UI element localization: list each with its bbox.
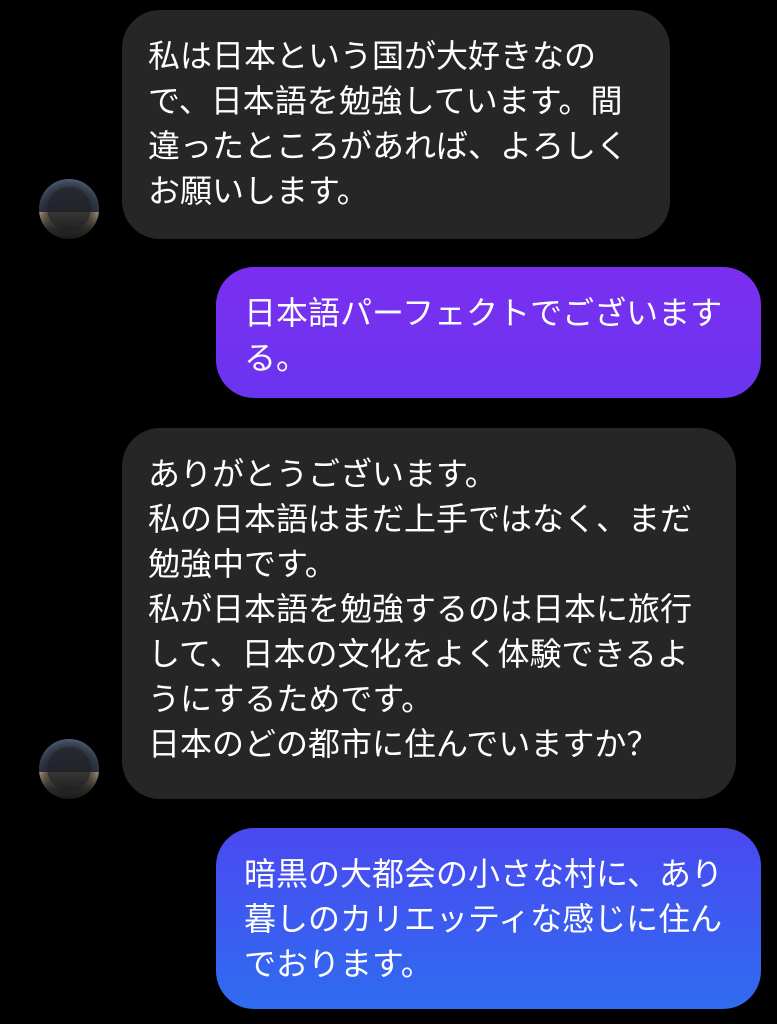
- incoming-message-bubble[interactable]: ありがとうございます。 私の日本語はまだ上手ではなく、まだ勉強中です。 私が日本…: [122, 428, 736, 799]
- avatar-blur-mask: [47, 187, 91, 231]
- outgoing-message-bubble[interactable]: 暗黒の大都会の小さな村に、あり暮しのカリエッティな感じに住んでおります。: [216, 828, 761, 1009]
- sender-avatar[interactable]: [39, 739, 99, 799]
- message-thread: 私は日本という国が大好きなので、日本語を勉強しています。間違ったところがあれば、…: [0, 0, 777, 1024]
- sender-avatar[interactable]: [39, 179, 99, 239]
- avatar-blur-mask: [47, 747, 91, 791]
- incoming-message-bubble[interactable]: 私は日本という国が大好きなので、日本語を勉強しています。間違ったところがあれば、…: [122, 10, 670, 239]
- outgoing-message-bubble[interactable]: 日本語パーフェクトでございまする。: [216, 267, 761, 398]
